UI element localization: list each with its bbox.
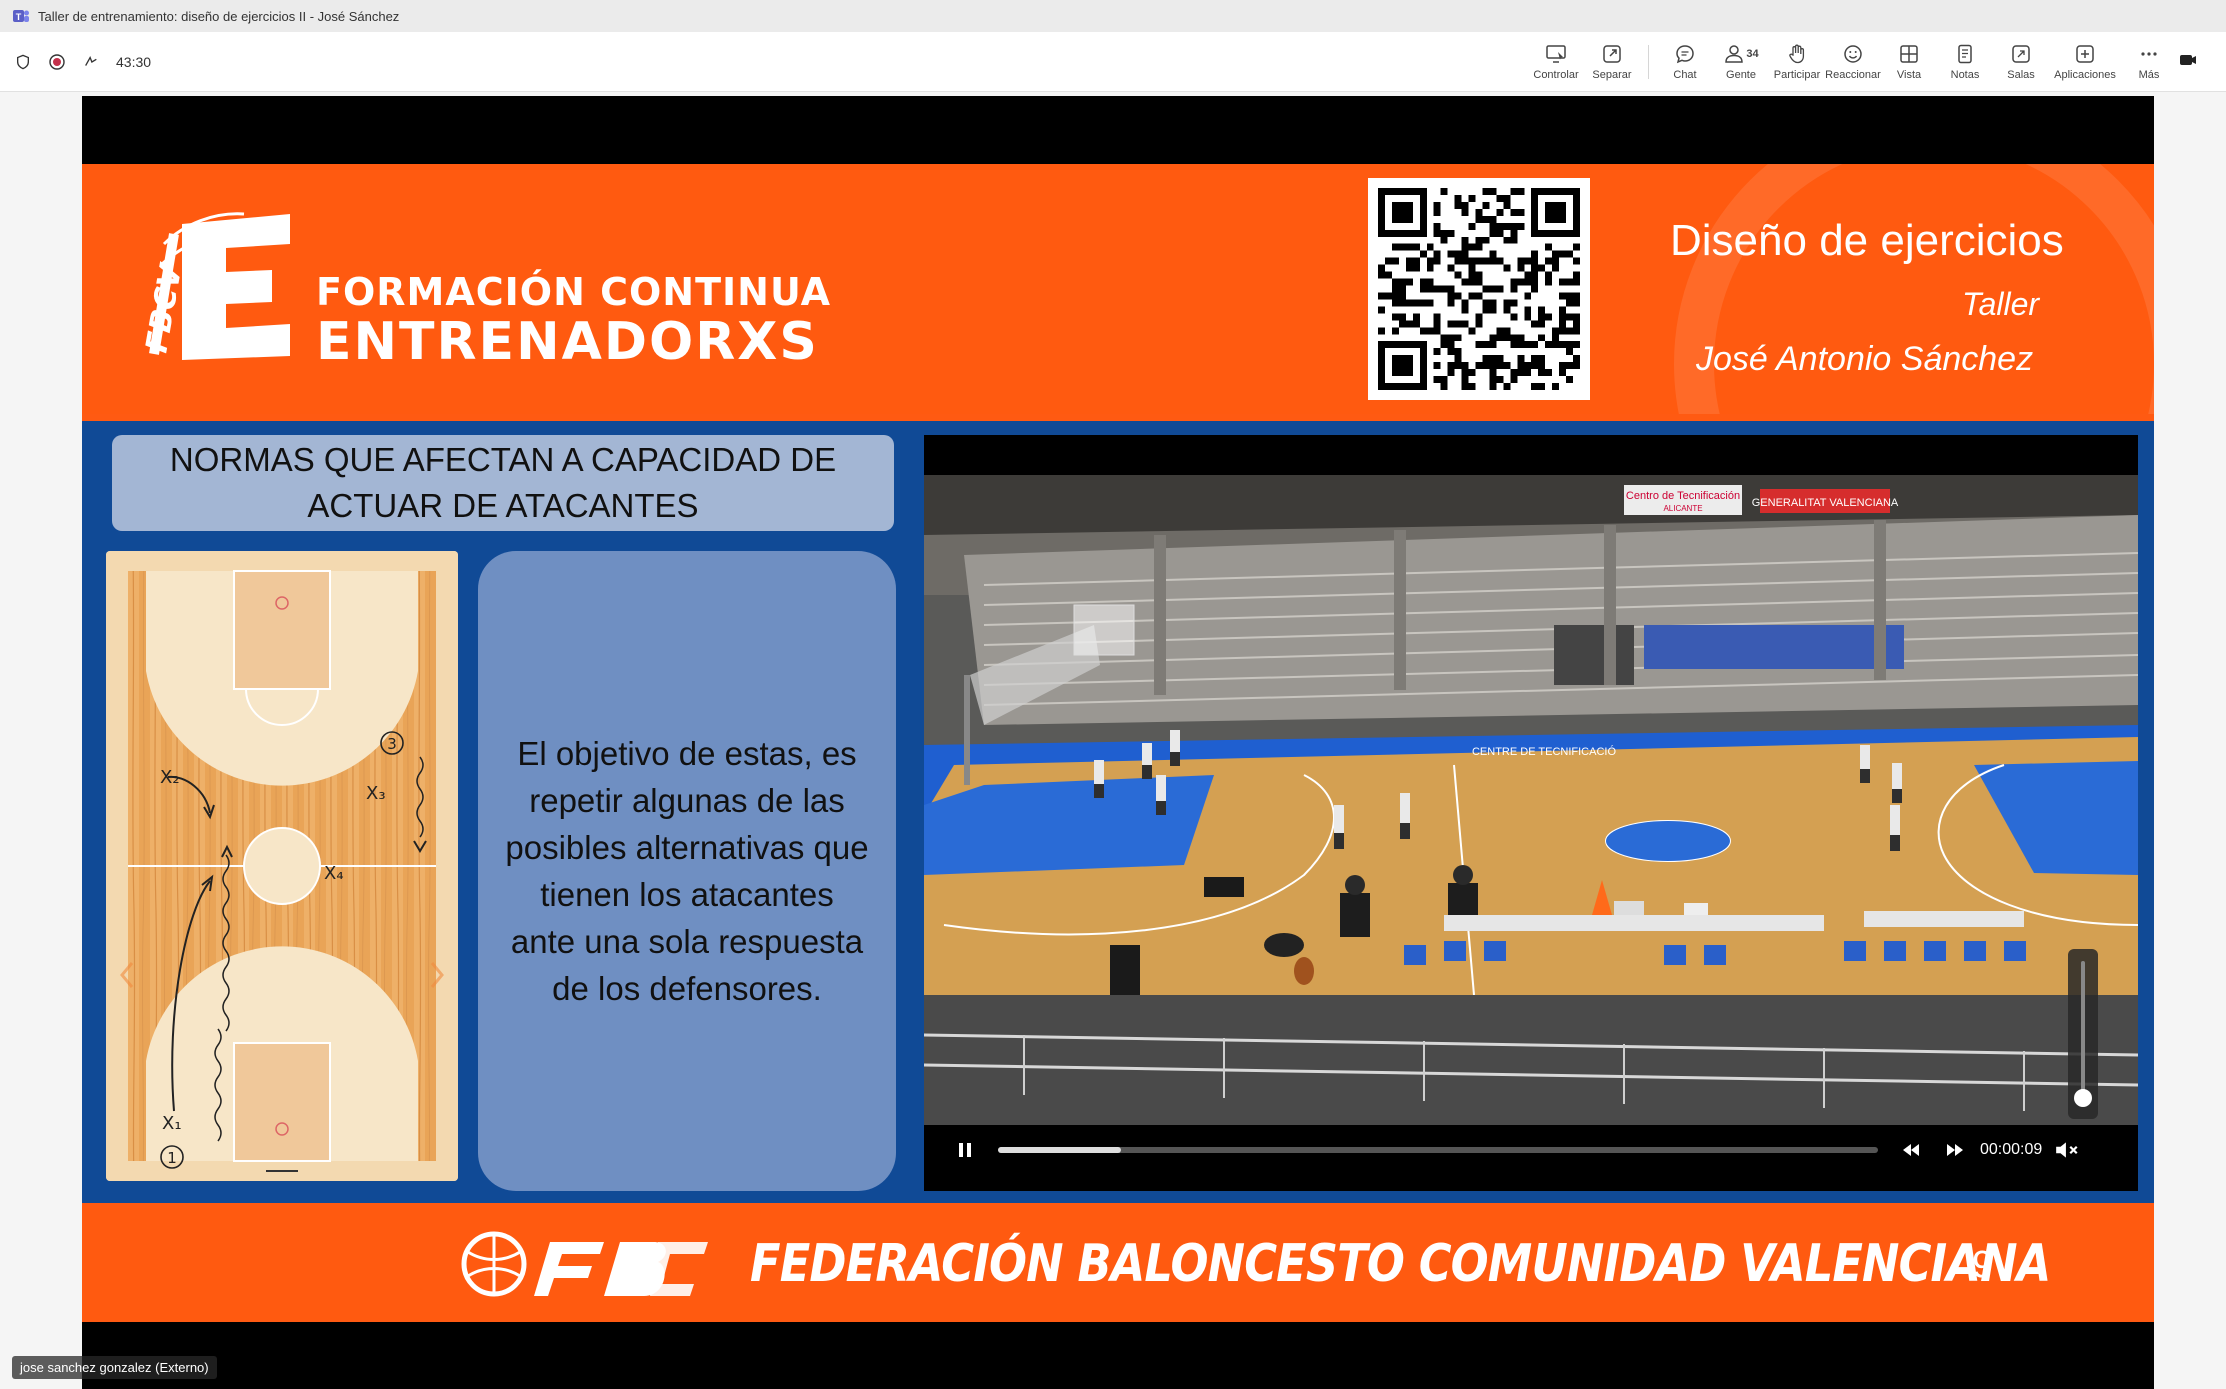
svg-text:T: T — [16, 12, 22, 22]
more-icon — [2141, 52, 2157, 56]
camera-button[interactable] — [2177, 34, 2213, 90]
pop-out-icon — [1603, 45, 1621, 63]
diagram-player-1: 1 — [167, 1149, 177, 1167]
volume-track — [2081, 961, 2085, 1101]
presentation-slide: FBCV FORMACIÓN CONTINUA ENTRENADORXS Dis… — [82, 164, 2154, 1322]
participant-name-label: jose sanchez gonzalez (Externo) — [12, 1356, 217, 1379]
mute-button[interactable] — [2052, 1135, 2082, 1165]
shared-screen: FBCV FORMACIÓN CONTINUA ENTRENADORXS Dis… — [82, 96, 2154, 1389]
rooms-button[interactable]: Salas — [1993, 34, 2049, 90]
raise-hand-button[interactable]: Participar — [1769, 34, 1825, 90]
video-banner-right: GENERALITAT VALENCIANA — [1752, 497, 1899, 509]
objective-text: El objetivo de estas, es repetir algunas… — [478, 551, 896, 1191]
view-button[interactable]: Vista — [1881, 34, 1937, 90]
control-button[interactable]: Controlar — [1528, 34, 1584, 90]
diagram-label-x3: X₃ — [366, 783, 386, 804]
video-banner-left-sub: ALICANTE — [1663, 504, 1702, 513]
meeting-toolbar: 43:30 Controlar Separar Chat 34 Gente Pa… — [0, 32, 2226, 92]
react-icon — [1844, 45, 1862, 63]
video-frame[interactable]: Centro de Tecnificación ALICANTE GENERAL… — [924, 475, 2138, 1125]
participant-count: 34 — [1746, 48, 1759, 60]
chat-button[interactable]: Chat — [1657, 34, 1713, 90]
diagram-label-x2: X₂ — [160, 767, 180, 788]
logo-line-2: ENTRENADORXS — [316, 312, 819, 372]
slide-subtitle: Taller — [1962, 286, 2040, 322]
camera-icon — [2180, 55, 2196, 65]
react-button[interactable]: Reaccionar — [1825, 34, 1881, 90]
notes-button[interactable]: Notas — [1937, 34, 1993, 90]
slide-header: FBCV FORMACIÓN CONTINUA ENTRENADORXS Dis… — [82, 164, 2154, 414]
apps-icon — [2076, 45, 2094, 63]
people-button[interactable]: 34 Gente — [1713, 34, 1769, 90]
diagram-label-x4: X₄ — [324, 863, 344, 884]
logo-line-1: FORMACIÓN CONTINUA — [316, 270, 832, 314]
video-time: 00:00:09 — [1980, 1141, 2043, 1158]
volume-knob[interactable] — [2074, 1089, 2092, 1107]
view-icon — [1900, 45, 1918, 63]
raise-hand-icon — [1789, 44, 1805, 64]
pause-icon — [959, 1143, 971, 1157]
fast-forward-icon — [1947, 1144, 1963, 1156]
more-button[interactable]: Más — [2121, 34, 2177, 90]
court-diagram: X₂ X₃ X₄ X₁ 1 3 — [106, 551, 458, 1181]
toolbar-divider — [1648, 45, 1649, 79]
fbcv-footer-logo — [454, 1222, 714, 1306]
apps-button[interactable]: Aplicaciones — [2049, 34, 2121, 90]
volume-slider[interactable] — [2068, 949, 2098, 1119]
shield-icon[interactable] — [14, 53, 32, 71]
chat-icon — [1676, 45, 1694, 64]
slide-page-number: 9 — [1972, 1244, 1994, 1286]
window-title: Taller de entrenamiento: diseño de ejerc… — [38, 8, 400, 24]
slide-body: NORMAS QUE AFECTAN A CAPACIDAD DE ACTUAR… — [82, 421, 2154, 1203]
forward-button[interactable] — [1940, 1135, 1970, 1165]
video-progress-bar[interactable] — [998, 1147, 1878, 1153]
federation-name: FEDERACIÓN BALONCESTO COMUNIDAD VALENCIA… — [750, 1234, 2051, 1294]
fbcv-logo-mark: FBCV — [139, 204, 294, 364]
teams-icon: T — [12, 7, 30, 25]
muted-speaker-icon — [2056, 1142, 2078, 1158]
rooms-icon — [2012, 45, 2030, 63]
meeting-timer: 43:30 — [116, 53, 152, 70]
pause-button[interactable] — [950, 1135, 980, 1165]
video-court-text: CENTRE DE TECNIFICACIÓ — [1472, 745, 1616, 758]
section-heading: NORMAS QUE AFECTAN A CAPACIDAD DE ACTUAR… — [112, 435, 894, 531]
window-title-bar: T Taller de entrenamiento: diseño de eje… — [0, 0, 2226, 32]
video-controls: 00:00:09 — [950, 1125, 2118, 1175]
copilot-icon[interactable] — [82, 53, 100, 71]
notes-icon — [1958, 44, 1972, 64]
control-icon — [1546, 45, 1566, 63]
slide-title: Diseño de ejercicios — [1670, 216, 2064, 265]
rewind-icon — [1903, 1144, 1919, 1156]
video-progress-fill — [998, 1147, 1122, 1153]
qr-code — [1368, 178, 1590, 400]
people-icon — [1725, 45, 1744, 63]
rewind-button[interactable] — [1896, 1135, 1926, 1165]
video-banner-left: Centro de Tecnificación — [1626, 490, 1740, 502]
recording-icon[interactable] — [48, 53, 66, 71]
video-player[interactable]: Centro de Tecnificación ALICANTE GENERAL… — [924, 435, 2138, 1191]
diagram-label-x1: X₁ — [162, 1113, 182, 1134]
diagram-player-3: 3 — [387, 735, 397, 753]
pop-out-button[interactable]: Separar — [1584, 34, 1640, 90]
slide-author: José Antonio Sánchez — [1696, 340, 2034, 378]
slide-footer: FEDERACIÓN BALONCESTO COMUNIDAD VALENCIA… — [82, 1208, 2154, 1320]
